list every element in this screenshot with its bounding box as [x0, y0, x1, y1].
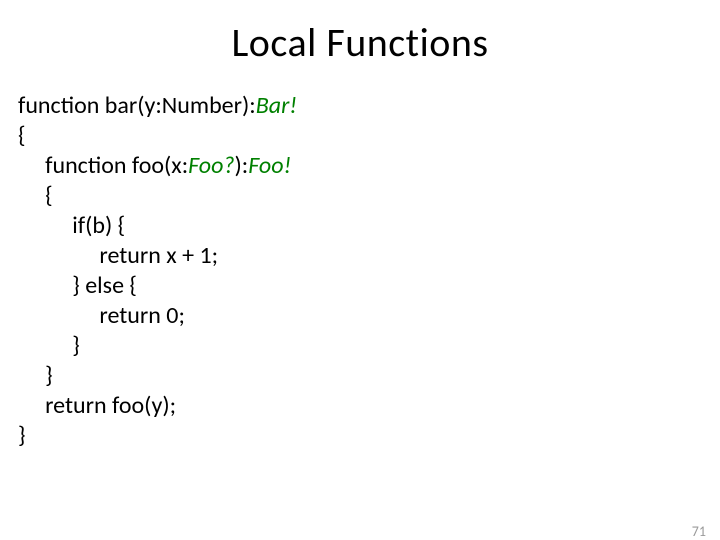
- code-line-2: {: [18, 121, 26, 150]
- code-line-3c: ):: [235, 151, 249, 180]
- page-number: 71: [692, 523, 706, 540]
- code-line-9: }: [18, 331, 80, 360]
- code-line-3a: function foo(x:: [18, 151, 188, 180]
- code-line-11: return foo(y);: [18, 391, 176, 420]
- code-line-8: return 0;: [18, 301, 185, 330]
- code-line-10: }: [18, 361, 53, 390]
- code-line-1a: function bar(y:Number):: [18, 91, 256, 120]
- code-line-5: if(b) {: [18, 211, 125, 240]
- slide-title: Local Functions: [0, 18, 720, 67]
- code-type-foo-ret: Foo!: [248, 151, 291, 180]
- code-type-bar: Bar!: [256, 91, 297, 120]
- slide: Local Functions function bar(y:Number):B…: [0, 18, 720, 540]
- code-line-12: }: [18, 421, 26, 450]
- code-type-foo-param: Foo?: [188, 151, 234, 180]
- code-line-4: {: [18, 181, 53, 210]
- code-block: function bar(y:Number):Bar! { function f…: [0, 91, 720, 451]
- code-line-6: return x + 1;: [18, 241, 218, 270]
- code-line-7: } else {: [18, 271, 137, 300]
